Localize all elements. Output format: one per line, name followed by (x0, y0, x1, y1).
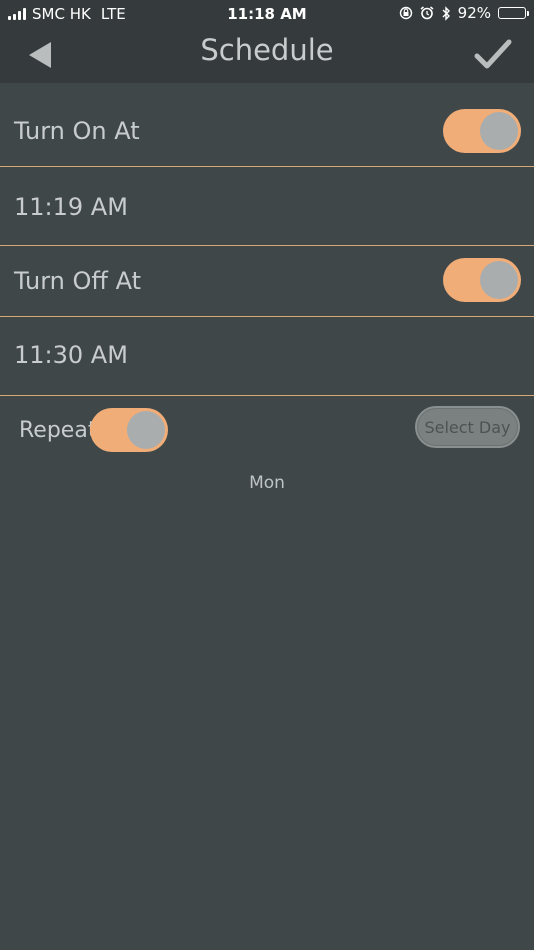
repeat-toggle[interactable] (90, 408, 168, 452)
battery-percent: 92% (457, 4, 491, 22)
battery-icon (498, 7, 529, 19)
turn-on-toggle[interactable] (443, 109, 521, 153)
toggle-knob (480, 261, 518, 299)
bluetooth-icon (442, 5, 450, 21)
toggle-knob (127, 411, 165, 449)
turn-off-toggle[interactable] (443, 258, 521, 302)
page-title: Schedule (200, 33, 334, 67)
status-bar: SMC HK LTE 11:18 AM 92% (0, 0, 534, 28)
select-day-button[interactable]: Select Day (415, 406, 520, 448)
toggle-knob (480, 112, 518, 150)
nav-bar: Schedule (0, 28, 534, 83)
turn-off-label: Turn Off At (14, 267, 141, 295)
alarm-icon (420, 6, 434, 20)
turn-on-label: Turn On At (14, 117, 140, 145)
select-day-label: Select Day (418, 409, 517, 445)
turn-on-time[interactable]: 11:19 AM (14, 193, 128, 221)
turn-on-time-row[interactable]: 11:19 AM (0, 167, 534, 246)
selected-days: Mon (249, 473, 285, 493)
turn-on-row: Turn On At (0, 83, 534, 167)
turn-off-row: Turn Off At (0, 246, 534, 317)
repeat-label: Repeat (19, 418, 97, 443)
status-right: 92% (399, 4, 529, 22)
orientation-lock-icon (399, 6, 412, 20)
checkmark-icon[interactable] (474, 38, 512, 72)
turn-off-time[interactable]: 11:30 AM (14, 341, 128, 369)
turn-off-time-row[interactable]: 11:30 AM (0, 317, 534, 396)
